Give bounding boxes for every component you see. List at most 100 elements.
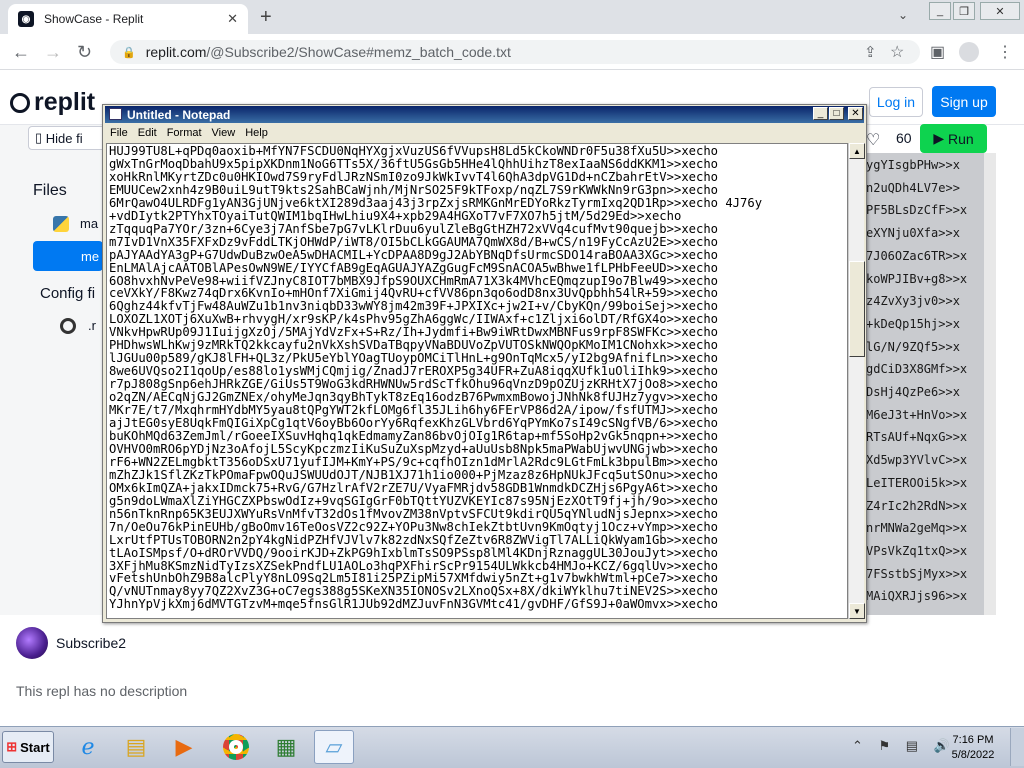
- notepad-line: YJhnYpVjkXmj6dMVTGTzvM+mqe5fnsGlR1JUb92d…: [109, 597, 719, 612]
- code-line: ygYIsgbPHw>>x: [866, 158, 960, 172]
- clock[interactable]: 7:16 PM 5/8/2022: [951, 733, 995, 763]
- notepad-line: LxrUtfPTUsTOBORN2n2pY4kgNidPZHfVJVlv7k82…: [109, 532, 719, 547]
- code-line: DsHj4QzPe6>>x: [866, 385, 960, 400]
- notepad-line: n56nTknRnp65K3EUJXWYuRsVnMfvT32dOs1fMvov…: [109, 506, 719, 521]
- restore-icon[interactable]: ❐: [953, 2, 975, 20]
- replit-logo-icon: [10, 92, 30, 113]
- browser-tab[interactable]: ◉ ShowCase - Replit ✕: [8, 4, 248, 34]
- python-icon: [53, 216, 69, 232]
- notepad-line: m7IvD1VnX35FXFxDz9vFddLTKjOHWdP/iWT8/OI5…: [109, 234, 719, 249]
- new-tab-button[interactable]: +: [260, 6, 272, 29]
- notepad-line: pAJYAAdYA3gP+G7UdwDuBzwOeA5wDHACMIL+YcDP…: [109, 247, 719, 262]
- code-line: n2uQDh4LV7e>>: [866, 180, 960, 195]
- heart-icon[interactable]: ♡: [866, 130, 880, 150]
- replit-config-icon: [60, 318, 76, 334]
- notepad-line: HUJ99TU8L+qPDq0aoxib+MfYN7FSCDU0NqHYXgjx…: [109, 144, 719, 158]
- close-window-icon[interactable]: ✕: [980, 2, 1020, 20]
- tab-close-icon[interactable]: ✕: [227, 11, 238, 27]
- media-player-icon[interactable]: ▶: [164, 730, 204, 764]
- share-icon[interactable]: ⇪: [864, 43, 877, 61]
- code-line: M6eJ3t+HnVo>>x: [866, 407, 968, 422]
- scroll-up-icon[interactable]: ▲: [849, 143, 865, 159]
- config-item-replit[interactable]: .r: [88, 318, 96, 333]
- code-line: gdCiD3X8GMf>>x: [866, 362, 968, 377]
- lock-icon: 🔒: [122, 46, 136, 59]
- login-button[interactable]: Log in: [869, 87, 923, 117]
- notepad-line: OVHVO0mRO6pYDjNz3oAfojL5ScyKpczmzIiKuSuZ…: [109, 441, 719, 456]
- notepad-line: rF6+WN2ZELmgbktT356oDSxU71yufIJM+KmY+PS/…: [109, 454, 719, 469]
- internet-explorer-icon[interactable]: ℯ: [68, 730, 108, 764]
- notepad-line: g5n9doLWmaXlZiYHGCZXPbswOdIz+9vqSGIgGrF0…: [109, 493, 719, 508]
- system-tray[interactable]: ⌃ ⚑ ▤ 🔊: [852, 738, 956, 754]
- code-line: Z4rIc2h2RdN>>x: [866, 498, 968, 513]
- notepad-title: Untitled - Notepad: [127, 107, 231, 122]
- notepad-line: xoHkRnlMKyrtZDc0u0HKIOwd7S9ryFdlJRzNSmI0…: [109, 169, 719, 184]
- chrome-icon[interactable]: [216, 730, 256, 764]
- code-line: Xd5wp3YVlvC>>x: [866, 453, 968, 468]
- replit-favicon-icon: ◉: [18, 11, 34, 27]
- run-button[interactable]: ▶ Run: [920, 124, 987, 153]
- notepad-icon: [109, 108, 122, 120]
- address-bar[interactable]: 🔒 replit.com/@Subscribe2/ShowCase#memz_b…: [110, 40, 920, 64]
- notepad-line: mZhZJk1SflZKzTkPOmaFpwOQuJSWUUdOJT/NJB1X…: [109, 467, 719, 482]
- notepad-taskbar-icon[interactable]: ▱: [314, 730, 354, 764]
- notepad-close-icon[interactable]: ✕: [848, 107, 863, 120]
- likes-count: 60: [896, 130, 912, 146]
- run-label: Run: [947, 130, 974, 147]
- clock-time: 7:16 PM: [952, 734, 994, 746]
- reload-icon[interactable]: ↻: [77, 42, 92, 63]
- replit-logo[interactable]: replit: [10, 88, 95, 117]
- menu-format[interactable]: Format: [162, 125, 207, 142]
- file-item-main[interactable]: ma: [80, 216, 98, 231]
- notepad-text-area[interactable]: HUJ99TU8L+qPDq0aoxib+MfYN7FSCDU0NqHYXgjx…: [106, 143, 848, 619]
- file-item-memz[interactable]: me: [33, 241, 103, 271]
- files-heading: Files: [33, 182, 67, 199]
- menu-file[interactable]: File: [105, 125, 133, 142]
- notepad-vertical-scrollbar[interactable]: ▲ ▼: [848, 143, 865, 619]
- menu-help[interactable]: Help: [240, 125, 273, 142]
- notepad-line: zTqquqPa7YOr/3zn+6Cye3j7AnfSbe7pG7vLKlrD…: [109, 221, 719, 236]
- notepad-line: tLAoISMpsf/O+dROrVVDQ/9ooirKJD+ZkPG9hIxb…: [109, 545, 719, 560]
- code-line: 7FSstbSjMyx>>x: [866, 566, 968, 581]
- show-desktop-button[interactable]: [1010, 728, 1024, 766]
- notepad-titlebar[interactable]: Untitled - Notepad: [105, 106, 864, 123]
- start-label: Start: [20, 739, 50, 755]
- back-icon[interactable]: ←: [12, 42, 30, 63]
- code-line: z4ZvXy3jv0>>x: [866, 294, 960, 309]
- code-line: VPsVkZq1txQ>>x: [866, 543, 968, 558]
- notepad-line: EnLMAlAjcAATOBlAPesOwN9WE/IYYCfAB9gEqAGU…: [109, 260, 719, 275]
- forward-icon[interactable]: →: [44, 42, 62, 63]
- tab-search-chevron-icon[interactable]: ⌄: [898, 8, 908, 22]
- scroll-down-icon[interactable]: ▼: [849, 603, 865, 619]
- username[interactable]: Subscribe2: [56, 635, 126, 651]
- hide-files-button[interactable]: ▯ Hide fi: [28, 126, 108, 150]
- code-line: MAiQXRJjs96>>x: [866, 589, 968, 604]
- user-avatar[interactable]: [16, 627, 48, 659]
- menu-edit[interactable]: Edit: [133, 125, 162, 142]
- code-selection-visible[interactable]: ygYIsgbPHw>>x n2uQDh4LV7e>> PF5BLsDzCfF>>x…: [866, 153, 984, 615]
- bookmark-star-icon[interactable]: ☆: [890, 42, 904, 62]
- code-line: RTsAUf+NqxG>>x: [866, 430, 968, 445]
- scroll-thumb[interactable]: [849, 261, 865, 357]
- task-manager-icon[interactable]: ▦: [266, 730, 306, 764]
- minimize-icon[interactable]: _: [929, 2, 951, 20]
- code-line: LeITEROOi5k>>x: [866, 475, 968, 490]
- config-files-heading: Config fi: [40, 285, 96, 302]
- notepad-line: OMx6kImQZA+jakxIDmck75+RvG/G7HzlrAfV2rZE…: [109, 480, 719, 495]
- start-button[interactable]: ⊞ Start: [2, 731, 54, 763]
- notepad-maximize-icon[interactable]: □: [829, 107, 844, 120]
- profile-avatar-icon[interactable]: [959, 42, 979, 62]
- code-scrollbar[interactable]: [984, 153, 996, 615]
- sidebar-icon[interactable]: ▣: [930, 42, 945, 62]
- file-explorer-icon[interactable]: ▤: [116, 730, 156, 764]
- notepad-window[interactable]: Untitled - Notepad _ □ ✕ File Edit Forma…: [102, 104, 867, 623]
- notepad-menubar: File Edit Format View Help: [105, 125, 864, 142]
- url-path: /@Subscribe2/ShowCase#memz_batch_code.tx…: [206, 44, 511, 60]
- notepad-minimize-icon[interactable]: _: [813, 107, 828, 120]
- notepad-line: EMUUCew2xnh4z9B0uiL9utT9kts2SahBCaWjnh/M…: [109, 182, 719, 197]
- menu-view[interactable]: View: [207, 125, 241, 142]
- menu-kebab-icon[interactable]: ⋮: [997, 42, 1013, 62]
- signup-button[interactable]: Sign up: [932, 86, 996, 117]
- notepad-line: +vdDIytk2PTYhxTOyaiTutQWIM1bqIHwLhiu9X4+…: [109, 208, 682, 223]
- code-line: koWPJIBv+g8>>x: [866, 271, 968, 286]
